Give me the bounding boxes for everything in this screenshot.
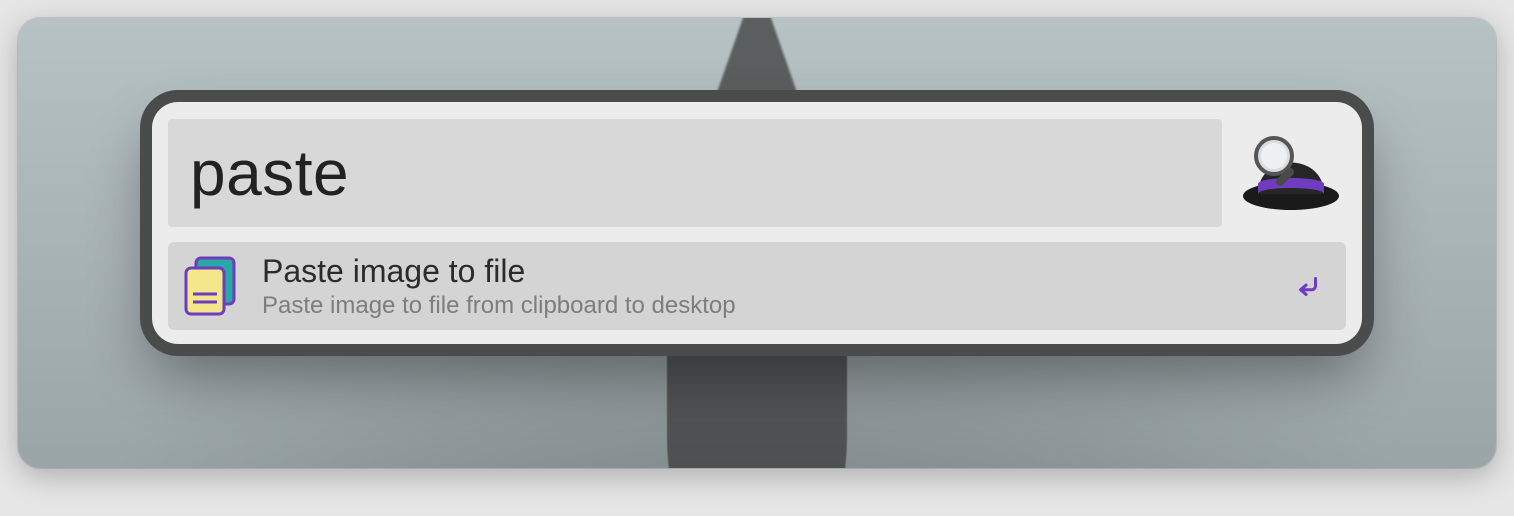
- results-list: Paste image to file Paste image to file …: [168, 242, 1346, 330]
- result-title: Paste image to file: [262, 253, 1272, 290]
- launcher-window: Paste image to file Paste image to file …: [152, 102, 1362, 344]
- workflow-icon: [178, 252, 246, 320]
- return-key-icon: [1288, 271, 1328, 301]
- result-text: Paste image to file Paste image to file …: [262, 253, 1272, 319]
- search-input[interactable]: [168, 119, 1222, 227]
- result-subtitle: Paste image to file from clipboard to de…: [262, 292, 1272, 320]
- search-row: [168, 118, 1346, 228]
- result-item[interactable]: Paste image to file Paste image to file …: [168, 242, 1346, 330]
- alfred-app-icon: [1236, 118, 1346, 228]
- screenshot-frame: Paste image to file Paste image to file …: [18, 18, 1496, 468]
